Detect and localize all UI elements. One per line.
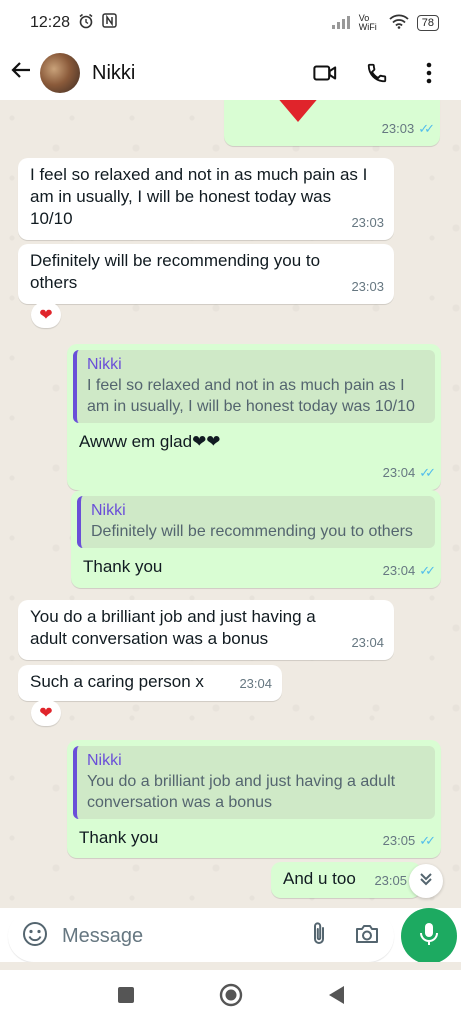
arrow-left-icon[interactable] (10, 59, 36, 87)
message-time: 23:05 (382, 833, 416, 848)
message-outgoing[interactable]: Nikki I feel so relaxed and not in as mu… (67, 344, 441, 490)
message-meta: 23:05 ✓✓ (382, 830, 436, 852)
battery-indicator: 78 (416, 15, 439, 31)
message-incoming[interactable]: You do a brilliant job and just having a… (18, 600, 394, 660)
message-time: 23:05 (374, 873, 407, 888)
contact-name[interactable]: Nikki (92, 62, 135, 85)
message-outgoing[interactable]: 23:03 ✓✓ (224, 100, 440, 146)
read-ticks-icon: ✓✓ (419, 465, 436, 480)
heart-reaction: ❤ (39, 705, 53, 722)
message-meta: 23:03 ✓✓ (381, 118, 435, 140)
heart-reaction: ❤ (39, 307, 53, 324)
message-time: 23:04 (351, 635, 384, 650)
more-vertical-icon[interactable] (417, 61, 441, 85)
message-time: 23:04 (239, 676, 272, 691)
reaction-badge[interactable]: ❤ (31, 700, 61, 726)
message-meta: 23:03 (351, 276, 384, 298)
quote-text: Definitely will be recommending you to o… (91, 523, 413, 540)
chat-area[interactable]: 23:03 ✓✓ I feel so relaxed and not in as… (0, 100, 461, 908)
vowifi-label: Vo WiFi (358, 13, 377, 32)
message-incoming[interactable]: Definitely will be recommending you to o… (18, 244, 394, 304)
camera-icon[interactable] (354, 922, 380, 951)
message-meta: 23:03 (351, 212, 384, 234)
back-triangle-icon[interactable] (327, 985, 345, 1010)
message-composer: Message (8, 910, 394, 962)
scroll-to-bottom-button[interactable] (409, 864, 443, 898)
message-text: I feel so relaxed and not in as much pai… (30, 165, 368, 228)
quote-author: Nikki (87, 356, 122, 373)
read-ticks-icon: ✓✓ (419, 563, 436, 578)
message-text: You do a brilliant job and just having a… (30, 607, 316, 648)
message-text: Awww em glad❤❤ (79, 432, 221, 451)
message-time: 23:03 (351, 279, 384, 294)
signal-icon (331, 15, 351, 32)
composer-actions (308, 921, 380, 952)
message-time: 23:03 (381, 121, 415, 136)
wifi-icon (389, 14, 409, 32)
paperclip-icon[interactable] (308, 921, 330, 952)
mic-icon (418, 921, 440, 952)
alarm-icon (78, 13, 94, 34)
quoted-message[interactable]: Nikki You do a brilliant job and just ha… (73, 746, 435, 819)
message-outgoing[interactable]: And u too 23:05 (271, 862, 421, 898)
read-ticks-icon: ✓✓ (419, 833, 436, 848)
double-chevron-down-icon (418, 871, 434, 892)
message-time: 23:04 (382, 563, 416, 578)
message-text: Definitely will be recommending you to o… (30, 251, 321, 292)
status-right: Vo WiFi 78 (331, 14, 439, 32)
battery-level: 78 (421, 17, 434, 29)
message-time: 23:04 (382, 465, 416, 480)
quote-author: Nikki (87, 752, 122, 769)
quoted-message[interactable]: Nikki Definitely will be recommending yo… (77, 496, 435, 548)
message-outgoing[interactable]: Nikki Definitely will be recommending yo… (71, 490, 441, 588)
quote-text: You do a brilliant job and just having a… (87, 773, 396, 811)
avatar[interactable] (40, 53, 80, 93)
chat-header: Nikki (0, 46, 461, 100)
quote-author: Nikki (91, 502, 126, 519)
home-icon[interactable] (219, 983, 243, 1012)
read-ticks-icon: ✓✓ (418, 121, 435, 136)
status-bar: 12:28 Vo WiFi 78 (0, 0, 461, 46)
message-incoming[interactable]: I feel so relaxed and not in as much pai… (18, 158, 394, 240)
emoji-icon[interactable] (22, 921, 48, 952)
message-meta: 23:04 ✓✓ (382, 560, 436, 582)
message-meta: 23:05 (374, 870, 407, 892)
message-meta: 23:04 (351, 632, 384, 654)
quote-text: I feel so relaxed and not in as much pai… (87, 377, 415, 415)
system-navigation-bar (0, 970, 461, 1024)
message-time: 23:03 (351, 215, 384, 230)
reaction-badge[interactable]: ❤ (31, 302, 61, 328)
header-actions (313, 61, 451, 85)
heart-emoji-icon (276, 100, 320, 128)
message-meta: 23:04 ✓✓ (382, 462, 436, 484)
composer-spacer (0, 962, 461, 970)
message-meta: 23:04 (239, 673, 272, 695)
phone-icon[interactable] (365, 61, 389, 85)
message-input[interactable]: Message (62, 925, 143, 948)
status-time: 12:28 (30, 14, 71, 31)
message-incoming[interactable]: Such a caring person x 23:04 (18, 665, 282, 701)
message-outgoing[interactable]: Nikki You do a brilliant job and just ha… (67, 740, 441, 858)
quoted-message[interactable]: Nikki I feel so relaxed and not in as mu… (73, 350, 435, 423)
nfc-icon (102, 13, 117, 33)
mic-button[interactable] (401, 908, 457, 964)
video-call-icon[interactable] (313, 61, 337, 85)
recent-apps-icon[interactable] (117, 986, 135, 1009)
status-left: 12:28 (30, 13, 117, 34)
